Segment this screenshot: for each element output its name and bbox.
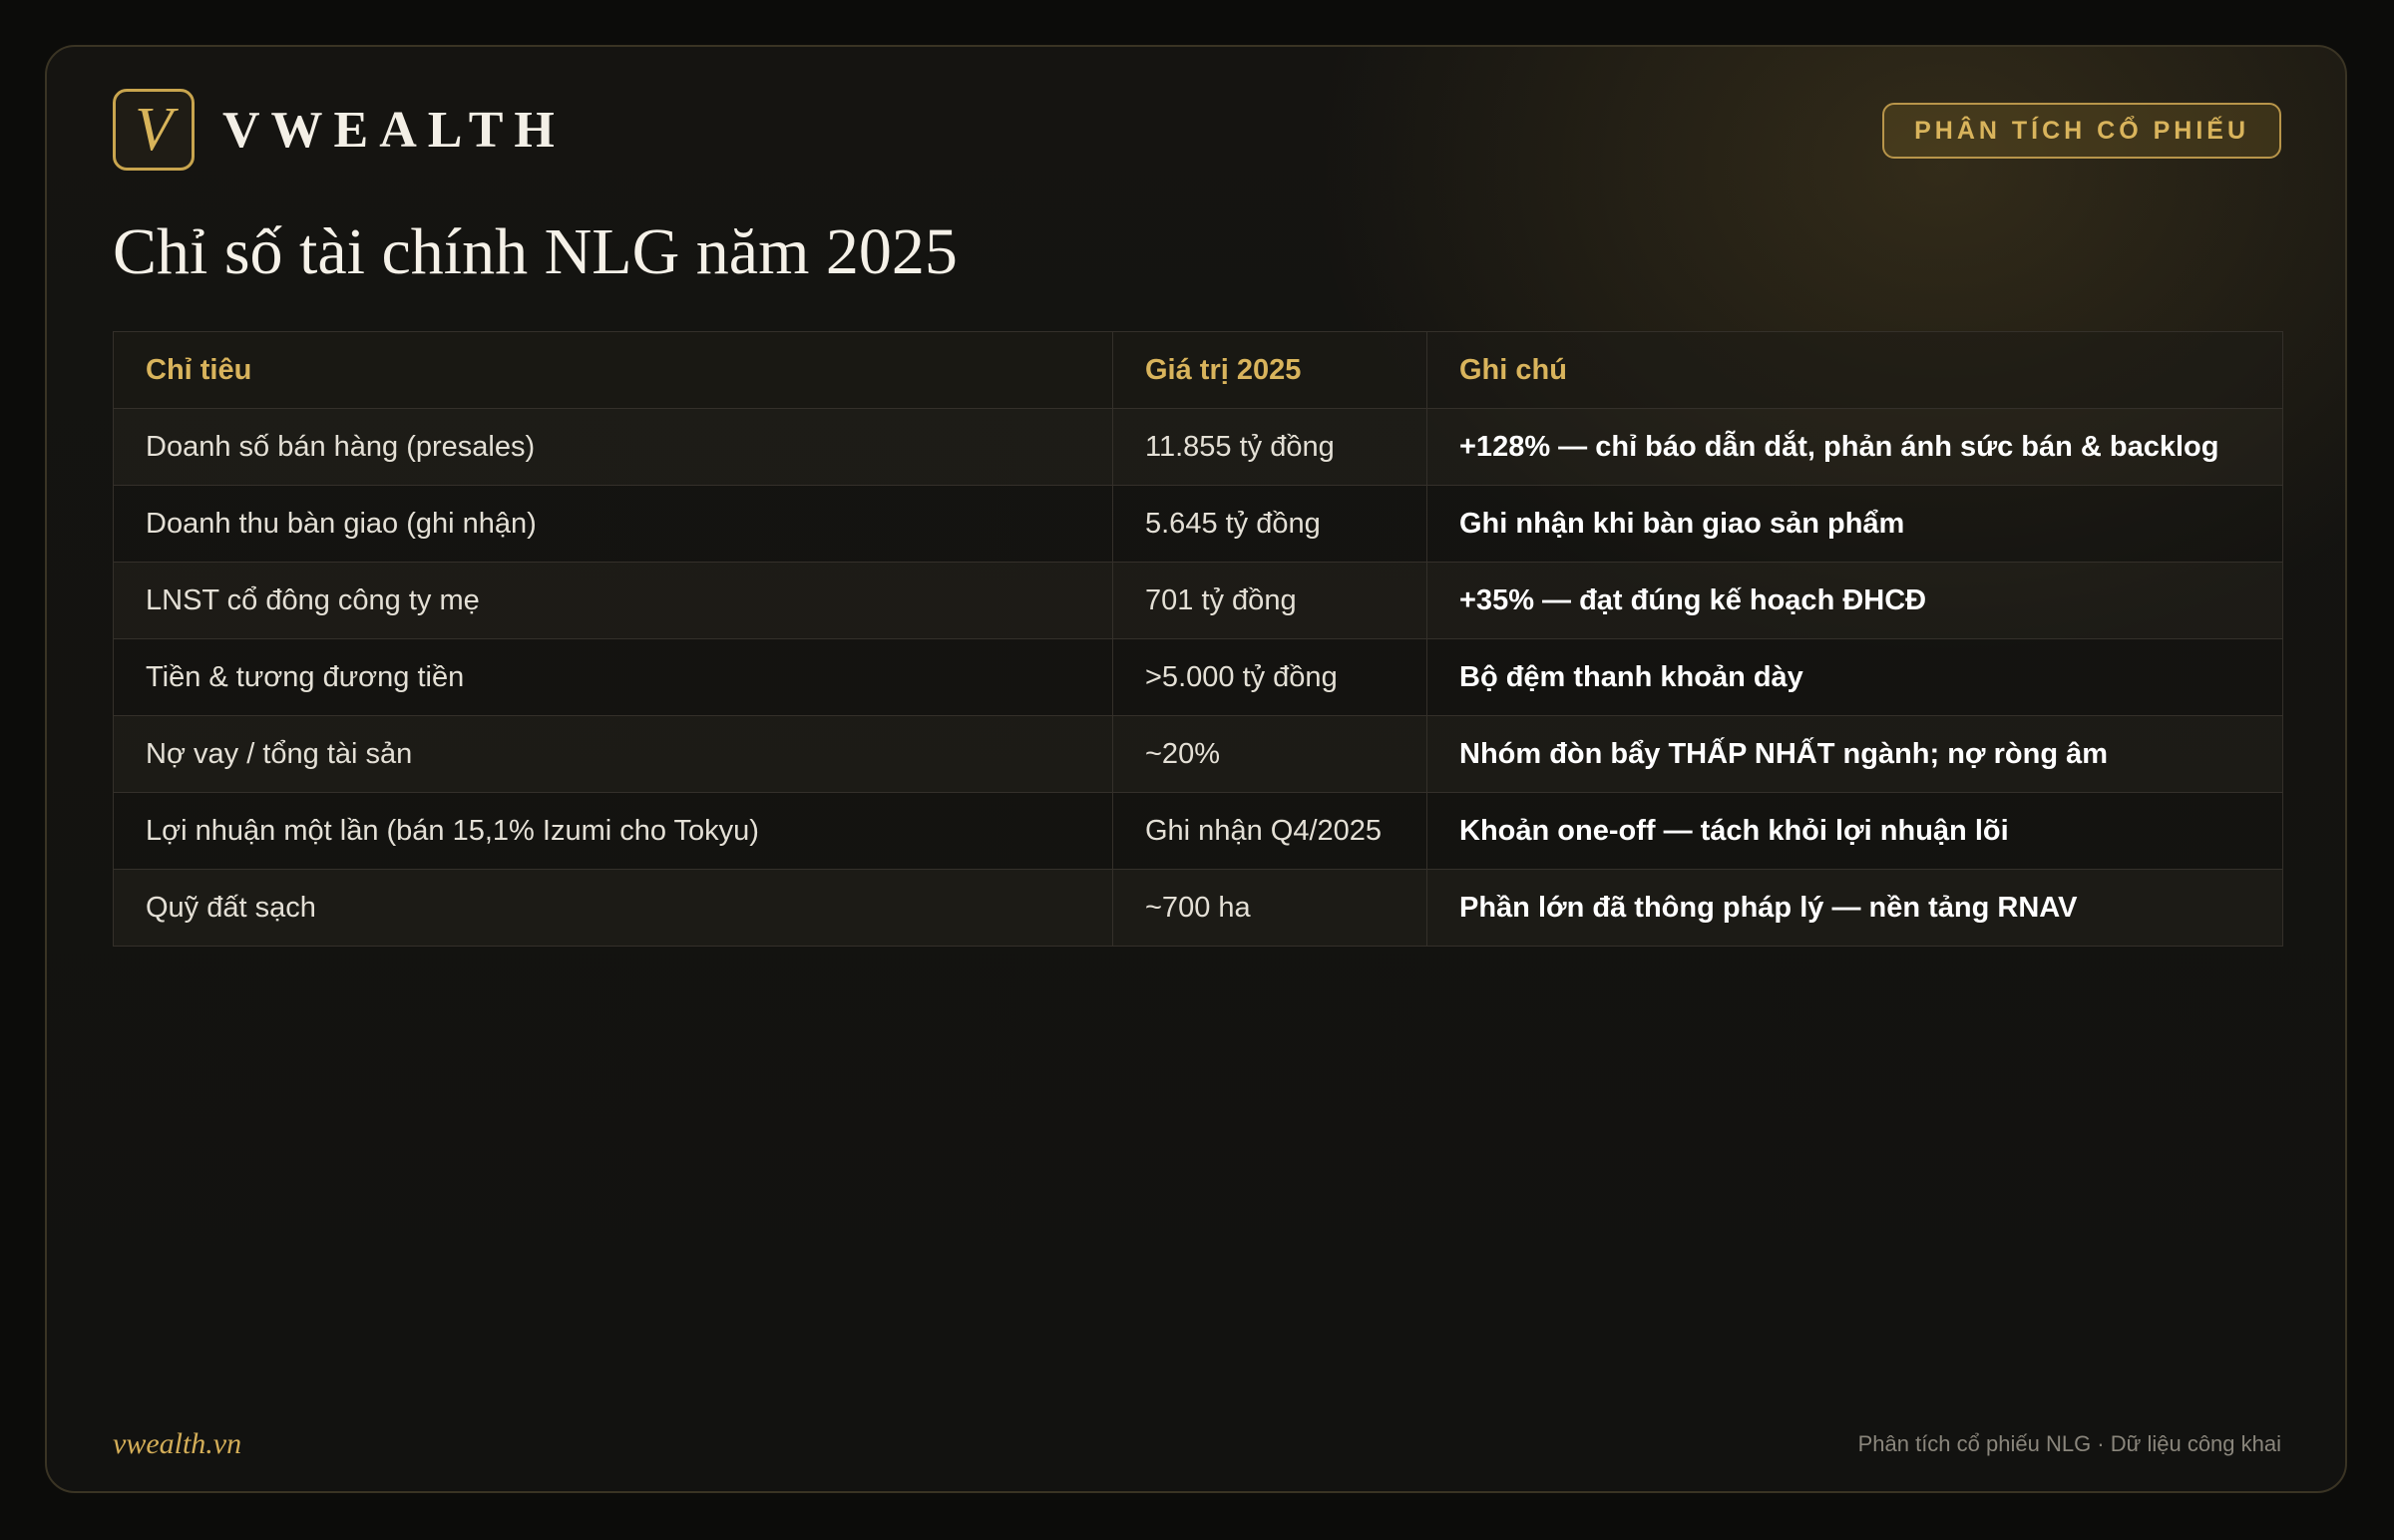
table-header-row: Chỉ tiêu Giá trị 2025 Ghi chú [113, 331, 2283, 409]
metric-cell: Doanh thu bàn giao (ghi nhận) [113, 485, 1113, 563]
brand: V VWEALTH [113, 89, 566, 171]
note-cell: Bộ đệm thanh khoản dày [1426, 638, 2283, 716]
metric-cell: LNST cổ đông công ty mẹ [113, 562, 1113, 639]
table-row: Quỹ đất sạch ~700 ha Phần lớn đã thông p… [113, 869, 2283, 947]
site-link[interactable]: vwealth.vn [113, 1427, 241, 1461]
value-cell: Ghi nhận Q4/2025 [1112, 792, 1427, 870]
table-row: LNST cổ đông công ty mẹ 701 tỷ đồng +35%… [113, 562, 2283, 639]
card: V VWEALTH PHÂN TÍCH CỔ PHIẾU Chỉ số tài … [45, 45, 2347, 1493]
page-title: Chỉ số tài chính NLG năm 2025 [113, 215, 958, 288]
note-cell: Khoản one-off — tách khỏi lợi nhuận lõi [1426, 792, 2283, 870]
logo-icon: V [113, 89, 195, 171]
category-badge: PHÂN TÍCH CỔ PHIẾU [1882, 103, 2281, 159]
metric-cell: Tiền & tương đương tiền [113, 638, 1113, 716]
metric-cell: Nợ vay / tổng tài sản [113, 715, 1113, 793]
financial-table: Chỉ tiêu Giá trị 2025 Ghi chú Doanh số b… [113, 331, 2283, 947]
source-note: Phân tích cổ phiếu NLG · Dữ liệu công kh… [1857, 1431, 2281, 1456]
header-value: Giá trị 2025 [1112, 331, 1427, 409]
table-row: Tiền & tương đương tiền >5.000 tỷ đồng B… [113, 638, 2283, 716]
table-row: Doanh thu bàn giao (ghi nhận) 5.645 tỷ đ… [113, 485, 2283, 563]
table-row: Doanh số bán hàng (presales) 11.855 tỷ đ… [113, 408, 2283, 486]
value-cell: ~700 ha [1112, 869, 1427, 947]
value-cell: ~20% [1112, 715, 1427, 793]
metric-cell: Doanh số bán hàng (presales) [113, 408, 1113, 486]
metric-cell: Lợi nhuận một lần (bán 15,1% Izumi cho T… [113, 792, 1113, 870]
value-cell: >5.000 tỷ đồng [1112, 638, 1427, 716]
note-cell: Phần lớn đã thông pháp lý — nền tảng RNA… [1426, 869, 2283, 947]
value-cell: 701 tỷ đồng [1112, 562, 1427, 639]
value-cell: 5.645 tỷ đồng [1112, 485, 1427, 563]
brand-name: VWEALTH [222, 101, 566, 159]
table-row: Lợi nhuận một lần (bán 15,1% Izumi cho T… [113, 792, 2283, 870]
value-cell: 11.855 tỷ đồng [1112, 408, 1427, 486]
header-note: Ghi chú [1426, 331, 2283, 409]
note-cell: Nhóm đòn bẩy THẤP NHẤT ngành; nợ ròng âm [1426, 715, 2283, 793]
note-cell: +35% — đạt đúng kế hoạch ĐHCĐ [1426, 562, 2283, 639]
table-row: Nợ vay / tổng tài sản ~20% Nhóm đòn bẩy … [113, 715, 2283, 793]
metric-cell: Quỹ đất sạch [113, 869, 1113, 947]
header-metric: Chỉ tiêu [113, 331, 1113, 409]
note-cell: +128% — chỉ báo dẫn dắt, phản ánh sức bá… [1426, 408, 2283, 486]
note-cell: Ghi nhận khi bàn giao sản phẩm [1426, 485, 2283, 563]
logo-letter: V [135, 96, 173, 164]
